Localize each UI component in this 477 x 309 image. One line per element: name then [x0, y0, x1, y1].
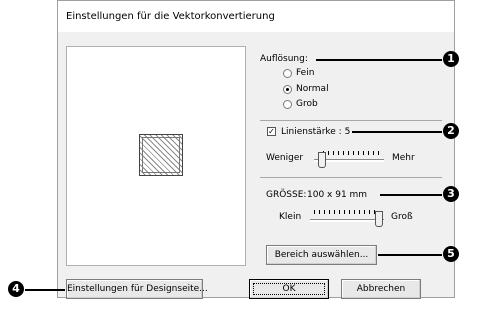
radio-normal-label: Normal [296, 84, 329, 94]
callout-badge-4: 4 [8, 281, 24, 297]
cancel-button[interactable]: Abbrechen [341, 279, 421, 299]
size-label: GRÖSSE: [266, 190, 307, 200]
size-slider-track [310, 219, 384, 222]
separator-2 [260, 177, 442, 178]
radio-grob[interactable] [283, 100, 292, 109]
callout-line-5 [378, 254, 442, 256]
line-thickness-ticks [323, 151, 379, 155]
size-value: 100 x 91 mm [307, 190, 368, 200]
callout-line-3 [380, 194, 442, 196]
line-thickness-min-label: Weniger [266, 153, 304, 163]
radio-normal[interactable] [283, 85, 292, 94]
callout-badge-3: 3 [443, 186, 459, 202]
line-thickness-checkbox[interactable]: ✓ [267, 127, 276, 136]
line-thickness-slider-thumb[interactable] [318, 152, 326, 168]
design-page-settings-button[interactable]: Einstellungen für Designseite... [66, 279, 208, 299]
callout-badge-1: 1 [443, 51, 459, 67]
size-max-label: Groß [391, 212, 413, 222]
resolution-label: Auflösung: [260, 54, 308, 64]
line-thickness-max-label: Mehr [392, 153, 415, 163]
line-thickness-label: Linienstärke : 5 [281, 127, 351, 137]
callout-badge-5: 5 [443, 246, 459, 262]
callout-line-4 [25, 289, 65, 291]
callout-badge-2: 2 [443, 123, 459, 139]
size-min-label: Klein [279, 212, 302, 222]
radio-grob-label: Grob [296, 99, 318, 109]
radio-fein-label: Fein [296, 68, 315, 78]
radio-fein[interactable] [283, 69, 292, 78]
ok-button[interactable]: OK [249, 279, 329, 299]
size-ticks [314, 210, 378, 214]
ok-focus-rect [253, 283, 325, 295]
callout-line-2 [352, 131, 442, 133]
select-area-button[interactable]: Bereich auswählen... [266, 245, 377, 265]
separator-1 [260, 120, 442, 121]
callout-line-1 [316, 59, 442, 61]
preview-image-inner-frame [142, 137, 180, 173]
dialog-title: Einstellungen für die Vektorkonvertierun… [66, 11, 275, 22]
size-slider-thumb[interactable] [375, 211, 383, 227]
